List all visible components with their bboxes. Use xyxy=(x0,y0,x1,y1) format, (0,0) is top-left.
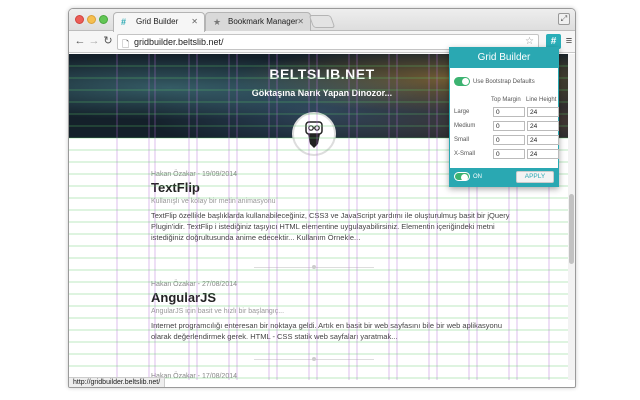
apply-button[interactable]: APPLY xyxy=(516,171,554,183)
post-excerpt: Internet programcılığı enteresan bir nok… xyxy=(151,321,503,341)
close-window-button[interactable] xyxy=(75,15,84,24)
xsmall-top-margin-input[interactable] xyxy=(493,149,525,159)
size-label-large: Large xyxy=(454,109,470,115)
post-meta: Hakan Özakar - 17/08/2014 xyxy=(151,373,237,380)
post-meta: Hakan Özakar - 27/08/2014 xyxy=(151,281,237,288)
post-subtitle: Kullanışlı ve kolay bir metin animasyonu xyxy=(151,198,276,205)
new-tab-button[interactable] xyxy=(308,15,336,28)
tab-label: Grid Builder xyxy=(136,17,179,26)
post-divider xyxy=(254,357,374,361)
dinosaur-logo-icon xyxy=(305,121,323,148)
back-arrow-icon[interactable]: ← xyxy=(73,34,87,49)
col-header-line-height: Line Height xyxy=(526,97,557,103)
bootstrap-defaults-toggle[interactable] xyxy=(454,77,470,86)
tab-label: Bookmark Manager xyxy=(228,17,298,26)
post-title[interactable]: AngularJS xyxy=(151,290,511,305)
size-label-medium: Medium xyxy=(454,123,476,129)
bootstrap-defaults-label: Use Bootstrap Defaults xyxy=(473,79,535,85)
small-line-height-input[interactable] xyxy=(527,135,559,145)
post-divider xyxy=(254,265,374,269)
reload-icon[interactable]: ↻ xyxy=(101,34,115,49)
address-url: gridbuilder.beltslib.net/ xyxy=(134,37,224,47)
size-label-small: Small xyxy=(454,137,470,143)
tab-grid-builder[interactable]: # Grid Builder ✕ xyxy=(113,12,205,32)
large-top-margin-input[interactable] xyxy=(493,107,525,117)
grid-on-label: ON xyxy=(473,174,482,180)
fullscreen-icon[interactable]: ⤢ xyxy=(558,13,570,25)
close-tab-icon[interactable]: ✕ xyxy=(191,17,198,26)
size-label-xsmall: X-Small xyxy=(454,151,476,157)
close-tab-icon[interactable]: ✕ xyxy=(297,17,304,26)
grid-builder-popup: Grid Builder Use Bootstrap Defaults Top … xyxy=(449,47,559,187)
col-header-top-margin: Top Margin xyxy=(491,97,521,103)
maximize-window-button[interactable] xyxy=(99,15,108,24)
small-top-margin-input[interactable] xyxy=(493,135,525,145)
avatar xyxy=(292,112,336,156)
minimize-window-button[interactable] xyxy=(87,15,96,24)
tab-strip: # Grid Builder ✕ ★ Bookmark Manager ✕ ⤢ xyxy=(69,9,575,32)
status-bar-url: http://gridbuilder.beltslib.net/ xyxy=(69,377,166,387)
grid-on-toggle[interactable] xyxy=(454,172,470,181)
large-line-height-input[interactable] xyxy=(527,107,559,117)
medium-line-height-input[interactable] xyxy=(527,121,559,131)
post-excerpt: TextFlip özellikle başlıklarda kullanabi… xyxy=(151,211,510,242)
hash-icon: # xyxy=(121,17,127,27)
bookmark-star-icon[interactable]: ☆ xyxy=(525,36,534,47)
xsmall-line-height-input[interactable] xyxy=(527,149,559,159)
scrollbar-thumb[interactable] xyxy=(569,194,574,264)
post-third: Hakan Özakar - 17/08/2014 xyxy=(151,373,511,380)
page-icon: 🗋 xyxy=(122,39,130,49)
medium-top-margin-input[interactable] xyxy=(493,121,525,131)
menu-icon[interactable]: ≡ xyxy=(564,34,574,49)
post-angularjs: Hakan Özakar - 27/08/2014 AngularJS Angu… xyxy=(151,281,511,342)
vertical-scrollbar[interactable] xyxy=(568,54,575,380)
popup-title: Grid Builder xyxy=(450,48,558,68)
tab-bookmark-manager[interactable]: ★ Bookmark Manager ✕ xyxy=(205,12,311,32)
forward-arrow-icon[interactable]: → xyxy=(87,34,101,49)
post-subtitle: AngularJS için basit ve hızlı bir başlan… xyxy=(151,308,285,315)
star-icon: ★ xyxy=(213,17,222,27)
popup-footer: ON APPLY xyxy=(450,168,558,186)
